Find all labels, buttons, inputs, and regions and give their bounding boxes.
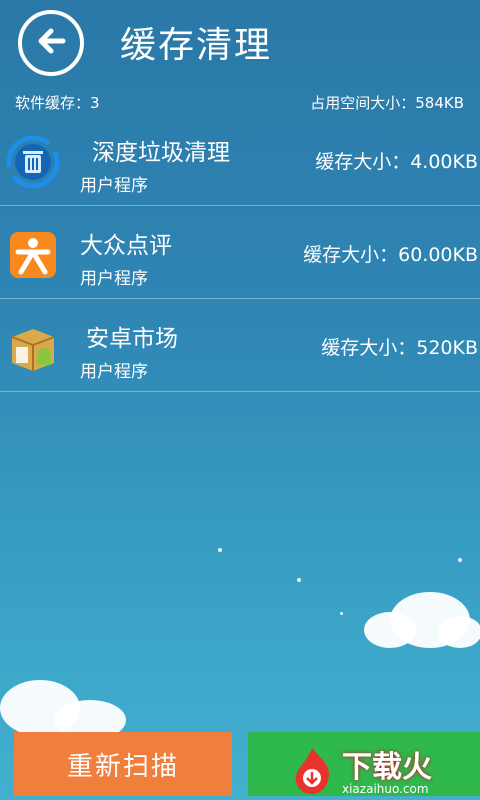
item-type: 用户程序 [80, 269, 148, 289]
flame-logo-icon [295, 748, 329, 794]
dianping-icon [6, 228, 60, 282]
watermark: 下载火 xiazaihuo.com [282, 740, 480, 800]
software-cache-count: 软件缓存：3 [15, 94, 100, 112]
star-decoration [218, 548, 222, 552]
trash-refresh-icon [6, 135, 60, 189]
star-decoration [297, 578, 301, 582]
rescan-button[interactable]: 重新扫描 [14, 732, 232, 796]
list-item[interactable]: 安卓市场 用户程序 缓存大小：520KB [0, 301, 480, 392]
item-name: 深度垃圾清理 [92, 140, 230, 166]
android-market-icon [6, 321, 60, 375]
back-button[interactable] [18, 10, 84, 76]
cloud-decoration [0, 680, 126, 738]
watermark-logo-text: 下载火 [342, 750, 432, 785]
item-type: 用户程序 [80, 176, 148, 196]
used-space-size: 占用空间大小：584KB [310, 94, 464, 112]
page-title: 缓存清理 [120, 25, 273, 66]
item-cache-size: 缓存大小：520KB [321, 337, 478, 359]
list-item[interactable]: 深度垃圾清理 用户程序 缓存大小：4.00KB [0, 115, 480, 206]
star-decoration [458, 558, 462, 562]
cloud-decoration [364, 592, 480, 648]
item-cache-size: 缓存大小：60.00KB [303, 244, 478, 266]
cache-list: 深度垃圾清理 用户程序 缓存大小：4.00KB 大众点评 用户程序 缓存大小：6… [0, 115, 480, 392]
header: 缓存清理 [0, 0, 480, 88]
watermark-url: xiazaihuo.com [342, 782, 429, 796]
item-name: 安卓市场 [86, 326, 178, 352]
item-cache-size: 缓存大小：4.00KB [315, 151, 478, 173]
arrow-left-circle-icon [31, 21, 71, 65]
list-item[interactable]: 大众点评 用户程序 缓存大小：60.00KB [0, 208, 480, 299]
item-type: 用户程序 [80, 362, 148, 382]
item-name: 大众点评 [80, 233, 172, 259]
star-decoration [340, 612, 343, 615]
